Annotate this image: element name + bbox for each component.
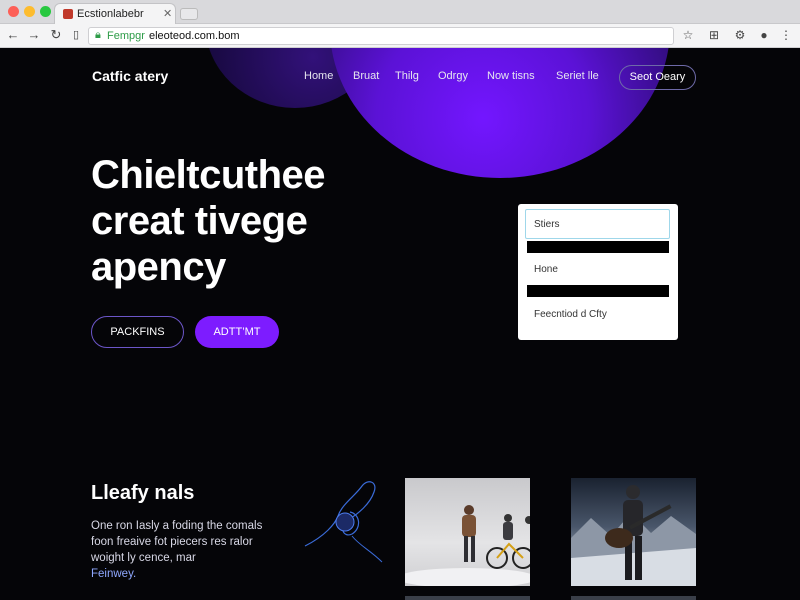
- new-tab-button[interactable]: [180, 8, 198, 20]
- section-body: One ron Iasly a foding the comals foon f…: [91, 518, 281, 582]
- nav-link-3[interactable]: Thilg: [395, 70, 419, 82]
- url-text: eleoteod.com.bom: [149, 30, 240, 42]
- form-input-1-placeholder: Stiers: [534, 219, 560, 230]
- back-icon[interactable]: ←: [5, 27, 21, 42]
- forward-icon[interactable]: →: [26, 27, 42, 42]
- tab-close-icon[interactable]: ✕: [163, 7, 172, 20]
- contact-form-card: Stiers Hone Feecntiod d Cfty: [518, 204, 678, 340]
- photo-strip-2: [571, 596, 696, 600]
- nav-cta-button[interactable]: Seot Oeary: [619, 65, 696, 90]
- photo-snowy-people[interactable]: [405, 478, 530, 586]
- hero-title-line-3: apency: [91, 245, 226, 289]
- section-body-link[interactable]: Feinwey.: [91, 566, 281, 582]
- hero-title-line-1: Chieltcuthee: [91, 153, 326, 197]
- primary-button[interactable]: ADTT’MT: [195, 316, 279, 348]
- reload-icon[interactable]: ↻: [48, 27, 64, 43]
- browser-toolbar: ← → ↻ ▯ 🔒︎ Fempgr eleoteod.com.bom ☆ ⊞ ⚙…: [0, 24, 800, 48]
- url-scheme: Fempgr: [107, 30, 145, 42]
- section-body-line-3: woight ly cence, mar: [91, 552, 196, 564]
- minimize-window-button[interactable]: [24, 6, 35, 17]
- site-logo[interactable]: Catfic atery: [92, 68, 168, 84]
- extensions-icon[interactable]: ⊞: [707, 28, 721, 42]
- form-redacted-bar-2: [527, 285, 669, 297]
- section-title: Lleafy nals: [91, 482, 195, 504]
- webpage: Catfic atery Home Bruat Thilg Odrgy Now …: [0, 48, 800, 600]
- favicon-icon: [63, 9, 73, 19]
- nav-link-6[interactable]: Seriet lle: [556, 70, 599, 82]
- maximize-window-button[interactable]: [40, 6, 51, 17]
- browser-tab-bar: Ecstionlabebr ✕: [0, 0, 800, 24]
- form-input-1[interactable]: Stiers: [525, 209, 670, 239]
- photo-guitarist-illustration: [571, 485, 696, 586]
- hero-title-line-2: creat tivege: [91, 199, 308, 243]
- tab-title: Ecstionlabebr: [77, 8, 144, 20]
- section-body-line-2: foon freaive fot piecers res ralor: [91, 536, 253, 548]
- settings-icon[interactable]: ⚙: [733, 28, 747, 42]
- secondary-button[interactable]: PACKFINS: [91, 316, 184, 348]
- bookmark-star-icon[interactable]: ☆: [681, 28, 695, 42]
- lock-icon: 🔒︎: [95, 29, 101, 41]
- address-bar[interactable]: 🔒︎ Fempgr eleoteod.com.bom: [88, 27, 674, 45]
- photo-people-illustration: [405, 505, 530, 586]
- nav-link-2[interactable]: Bruat: [353, 70, 379, 82]
- menu-icon[interactable]: ⋮: [779, 28, 793, 42]
- form-label-1: Hone: [534, 264, 558, 275]
- nav-link-4[interactable]: Odrgy: [438, 70, 468, 82]
- photo-strip-1: [405, 596, 530, 600]
- form-label-2: Feecntiod d Cfty: [534, 309, 607, 320]
- photo-guitarist[interactable]: [571, 478, 696, 586]
- form-redacted-bar-1: [527, 241, 669, 253]
- browser-tab[interactable]: Ecstionlabebr ✕: [54, 3, 176, 24]
- close-window-button[interactable]: [8, 6, 19, 17]
- decorative-squiggle-icon: [304, 481, 383, 563]
- page-icon[interactable]: ▯: [68, 28, 84, 41]
- nav-link-5[interactable]: Now tisns: [487, 70, 535, 82]
- section-body-line-1: One ron Iasly a foding the comals: [91, 520, 263, 532]
- profile-icon[interactable]: ●: [757, 28, 771, 42]
- hero-title: Chieltcuthee creat tivege apency: [91, 152, 451, 290]
- nav-link-home[interactable]: Home: [304, 70, 333, 82]
